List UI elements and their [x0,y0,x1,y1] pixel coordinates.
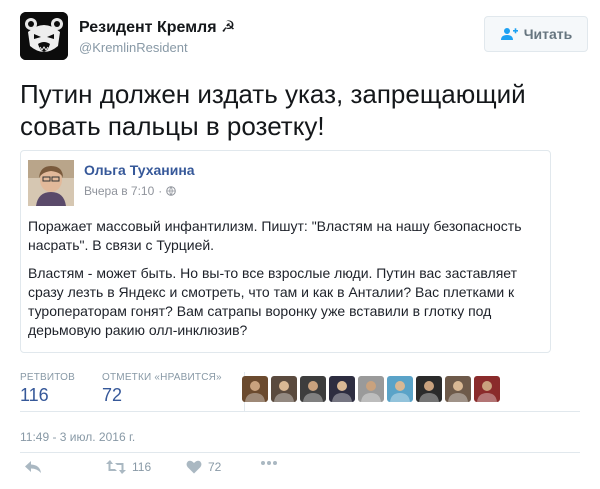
follow-button[interactable]: Читать [484,16,588,52]
quoted-author-name[interactable]: Ольга Туханина [84,162,195,178]
add-user-icon [500,28,518,40]
retweet-button[interactable]: 116 [106,460,151,474]
more-button[interactable] [260,460,278,466]
author-name[interactable]: Резидент Кремля ☭ [79,17,235,37]
tweet-actions: 116 72 [20,460,320,480]
person-photo-icon [28,160,74,206]
timestamp-separator [20,452,580,453]
follow-button-label: Читать [523,26,573,42]
author-handle[interactable]: @KremlinResident [79,40,188,55]
reply-icon [25,461,41,473]
liker-avatar-1[interactable] [242,376,268,402]
retweets-label: РЕТВИТОВ [20,372,76,383]
likes-stat[interactable]: ОТМЕТКИ «НРАВИТСЯ» 72 [102,372,222,406]
liker-avatar-8[interactable] [445,376,471,402]
quoted-post-paragraph-1: Поражает массовый инфантилизм. Пишут: "В… [28,218,522,253]
heart-icon [186,460,202,474]
liker-avatar-6[interactable] [387,376,413,402]
like-count: 72 [208,460,222,474]
tweet-text: Путин должен издать указ, запрещающий со… [20,79,526,141]
retweet-icon [106,460,126,474]
likes-label: ОТМЕТКИ «НРАВИТСЯ» [102,372,222,383]
more-dots-icon [261,461,277,465]
tweet-timestamp[interactable]: 11:49 - 3 июл. 2016 г. [20,430,135,444]
liker-avatar-9[interactable] [474,376,500,402]
reply-button[interactable] [24,460,42,474]
quoted-post-paragraph-2: Властям - может быть. Но вы-то все взрос… [28,265,518,338]
liker-avatar-4[interactable] [329,376,355,402]
quoted-post-time[interactable]: Вчера в 7:10 [84,184,154,198]
globe-icon [166,186,177,196]
liker-avatar-3[interactable] [300,376,326,402]
likes-count: 72 [102,385,123,405]
quoted-post-meta: Вчера в 7:10 · [84,184,177,198]
stats-separator [20,411,580,412]
retweets-stat[interactable]: РЕТВИТОВ 116 [20,372,75,406]
bear-face-icon [20,12,68,60]
liker-avatar-2[interactable] [271,376,297,402]
like-button[interactable]: 72 [186,460,221,474]
quoted-post-card[interactable]: Ольга Туханина Вчера в 7:10 · Поражает м… [20,150,551,353]
author-avatar[interactable] [20,12,68,60]
retweet-count: 116 [132,460,152,474]
liker-avatar-5[interactable] [358,376,384,402]
quoted-author-avatar[interactable] [28,160,74,206]
likers-avatars [242,376,500,402]
liker-avatar-7[interactable] [416,376,442,402]
tweet-card: Резидент Кремля ☭ @KremlinResident Читат… [0,0,600,489]
retweets-count: 116 [20,385,49,405]
meta-separator: · [158,184,163,198]
